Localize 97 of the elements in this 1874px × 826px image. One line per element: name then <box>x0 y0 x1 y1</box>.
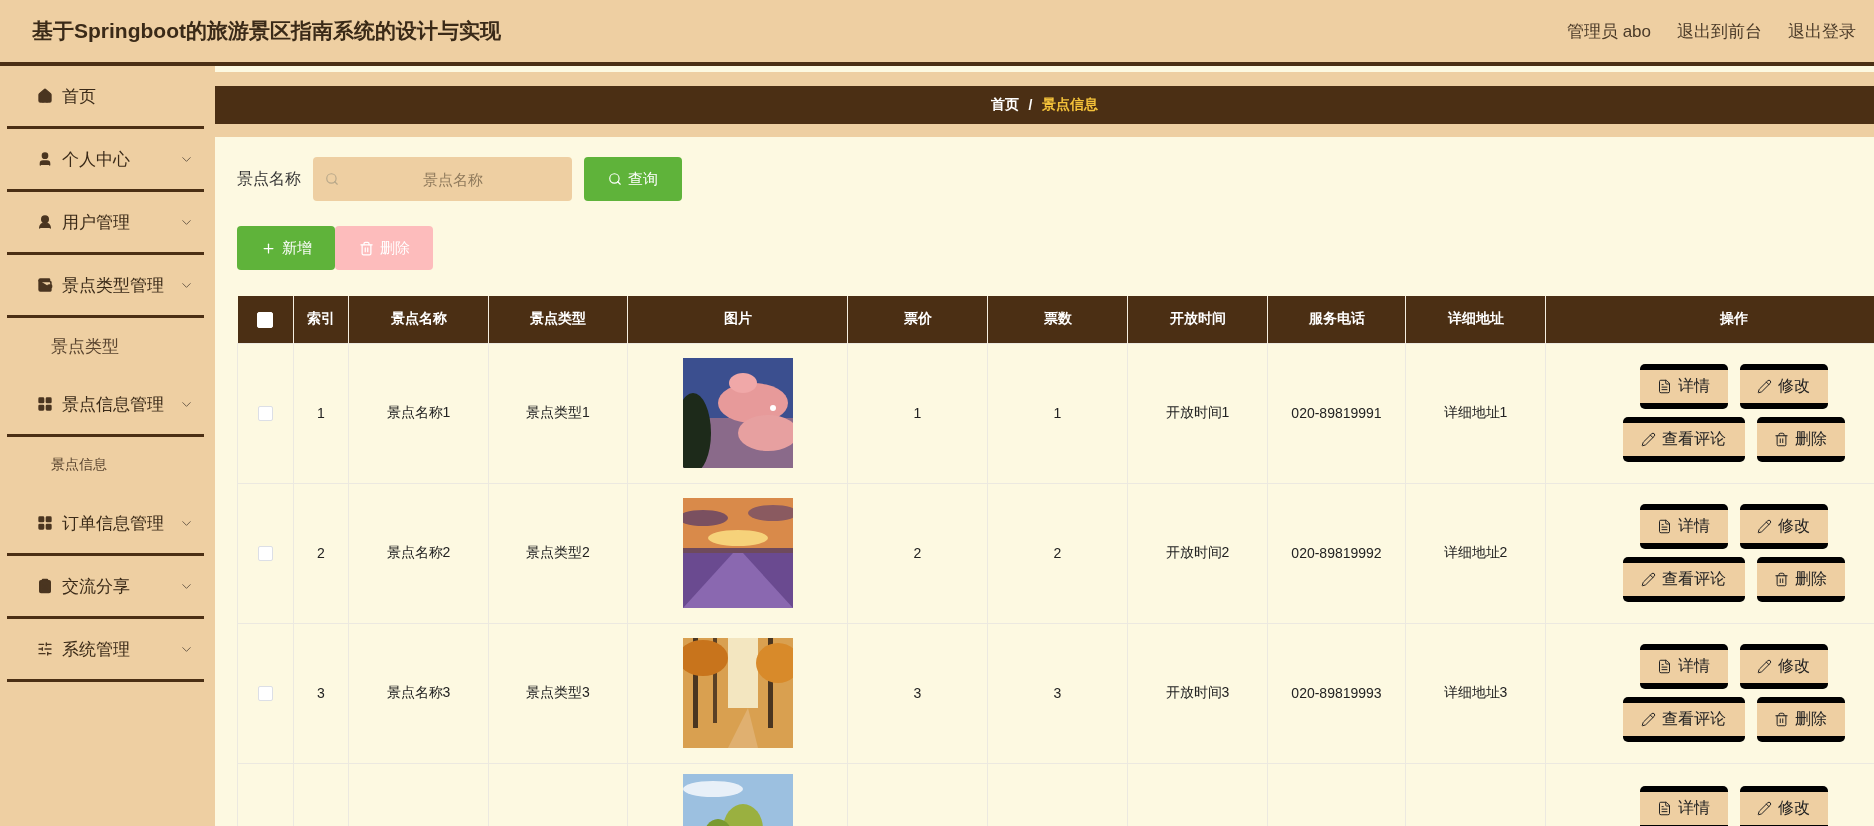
header-link[interactable]: 退出到前台 <box>1677 19 1762 43</box>
table-cell: 开放时间3 <box>1165 684 1230 700</box>
sliders-icon <box>37 641 53 657</box>
table-cell: 开放时间2 <box>1165 544 1230 560</box>
table-cell: 020-89819993 <box>1291 685 1382 701</box>
home-icon <box>37 88 53 104</box>
breadcrumb-link[interactable]: 首页 <box>990 96 1019 114</box>
detail-button[interactable]: 详情 <box>1639 644 1728 689</box>
pencil-icon <box>1641 712 1656 727</box>
sidebar-subitem[interactable]: 景点类型 <box>7 318 204 374</box>
search-icon <box>325 172 339 186</box>
column-header: 开放时间 <box>1127 296 1268 343</box>
sidebar-item[interactable]: 系统管理 <box>7 619 204 682</box>
table-cell: 详细地址2 <box>1443 544 1508 560</box>
column-header: 票价 <box>847 296 988 343</box>
user-icon <box>37 151 53 167</box>
detail-button[interactable]: 详情 <box>1639 504 1728 549</box>
pencil-icon <box>1757 379 1772 394</box>
column-header: 景点名称 <box>348 296 489 343</box>
pencil-icon <box>1757 800 1772 816</box>
table-cell: 景点类型3 <box>526 684 590 700</box>
table-cell: 景点名称1 <box>386 404 451 420</box>
search-icon <box>608 172 622 186</box>
edit-button[interactable]: 修改 <box>1739 644 1828 689</box>
trash-icon <box>358 240 374 256</box>
table-cell: 景点类型1 <box>526 404 590 420</box>
document-icon <box>1657 659 1672 674</box>
table-cell: 1 <box>913 405 922 421</box>
column-header: 票数 <box>987 296 1128 343</box>
sidebar-item[interactable]: 订单信息管理 <box>7 493 204 556</box>
sidebar-item[interactable]: 首页 <box>7 66 204 129</box>
comment-button[interactable]: 查看评论 <box>1622 417 1745 462</box>
row-checkbox[interactable] <box>258 546 273 562</box>
column-header: 景点类型 <box>488 296 628 343</box>
wallet-icon <box>37 277 53 293</box>
detail-button[interactable]: 详情 <box>1639 364 1728 409</box>
pencil-icon <box>1757 659 1772 674</box>
breadcrumb-separator: / <box>1028 97 1033 113</box>
delete-button[interactable]: 删除 <box>1756 697 1845 742</box>
sidebar-item[interactable]: 个人中心 <box>7 129 204 192</box>
document-icon <box>1657 800 1672 816</box>
table-cell: 详细地址1 <box>1443 404 1508 420</box>
table-cell: 开放时间1 <box>1165 404 1230 420</box>
breadcrumb-link[interactable]: 景点信息 <box>1042 96 1099 114</box>
edit-button[interactable]: 修改 <box>1739 504 1828 549</box>
column-header: 索引 <box>293 296 349 343</box>
delete-button[interactable]: 删除 <box>1756 557 1845 602</box>
table-cell: 1 <box>317 405 325 421</box>
app-title: 基于Springboot的旅游景区指南系统的设计与实现 <box>32 18 501 44</box>
user-icon <box>37 214 53 230</box>
document-icon <box>1657 519 1672 534</box>
clipboard-icon <box>37 578 53 594</box>
column-header: 服务电话 <box>1267 296 1406 343</box>
trash-icon <box>1774 572 1789 587</box>
sidebar-item[interactable]: 景点信息管理 <box>7 374 204 437</box>
sidebar-subitem[interactable]: 景点信息 <box>7 437 204 493</box>
table-cell: 2 <box>317 545 325 561</box>
comment-button[interactable]: 查看评论 <box>1622 697 1745 742</box>
row-checkbox[interactable] <box>258 686 273 702</box>
column-header: 操作 <box>1545 296 1874 343</box>
search-field[interactable]: 景点名称 <box>313 157 572 201</box>
delete-button[interactable]: 删除 <box>1756 417 1845 462</box>
table-cell: 3 <box>913 685 922 701</box>
column-header: 详细地址 <box>1405 296 1546 343</box>
table-cell: 3 <box>317 685 325 701</box>
table-cell: 2 <box>913 545 922 561</box>
table-cell: 详细地址3 <box>1443 684 1508 700</box>
table-cell: 景点类型2 <box>526 544 590 560</box>
user-label: 管理员 abo <box>1566 20 1651 43</box>
edit-button[interactable]: 修改 <box>1739 364 1828 409</box>
document-icon <box>1657 379 1672 394</box>
edit-button[interactable]: 修改 <box>1739 785 1828 826</box>
header-link[interactable]: 退出登录 <box>1788 19 1856 43</box>
table-cell: 020-89819992 <box>1291 545 1382 561</box>
plus-icon <box>260 240 276 256</box>
table-cell: 3 <box>1053 685 1062 701</box>
detail-button[interactable]: 详情 <box>1639 785 1728 826</box>
table-cell: 2 <box>1053 545 1062 561</box>
sidebar-item[interactable]: 用户管理 <box>7 192 204 255</box>
sidebar-item[interactable]: 景点类型管理 <box>7 255 204 318</box>
row-checkbox[interactable] <box>258 406 273 422</box>
grid-icon <box>37 396 53 412</box>
pencil-icon <box>1641 432 1656 447</box>
trash-icon <box>1774 712 1789 727</box>
table-cell: 景点名称3 <box>386 684 451 700</box>
table-cell: 020-89819991 <box>1291 405 1382 421</box>
trash-icon <box>1774 432 1789 447</box>
comment-button[interactable]: 查看评论 <box>1622 557 1745 602</box>
grid-icon <box>37 515 53 531</box>
column-header: 图片 <box>627 296 848 343</box>
search-label: 景点名称 <box>237 168 301 189</box>
pencil-icon <box>1757 519 1772 534</box>
sidebar-item[interactable]: 交流分享 <box>7 556 204 619</box>
pencil-icon <box>1641 572 1656 587</box>
select-all-checkbox[interactable] <box>257 311 274 328</box>
table-cell: 景点名称2 <box>386 544 451 560</box>
table-cell: 1 <box>1053 405 1062 421</box>
